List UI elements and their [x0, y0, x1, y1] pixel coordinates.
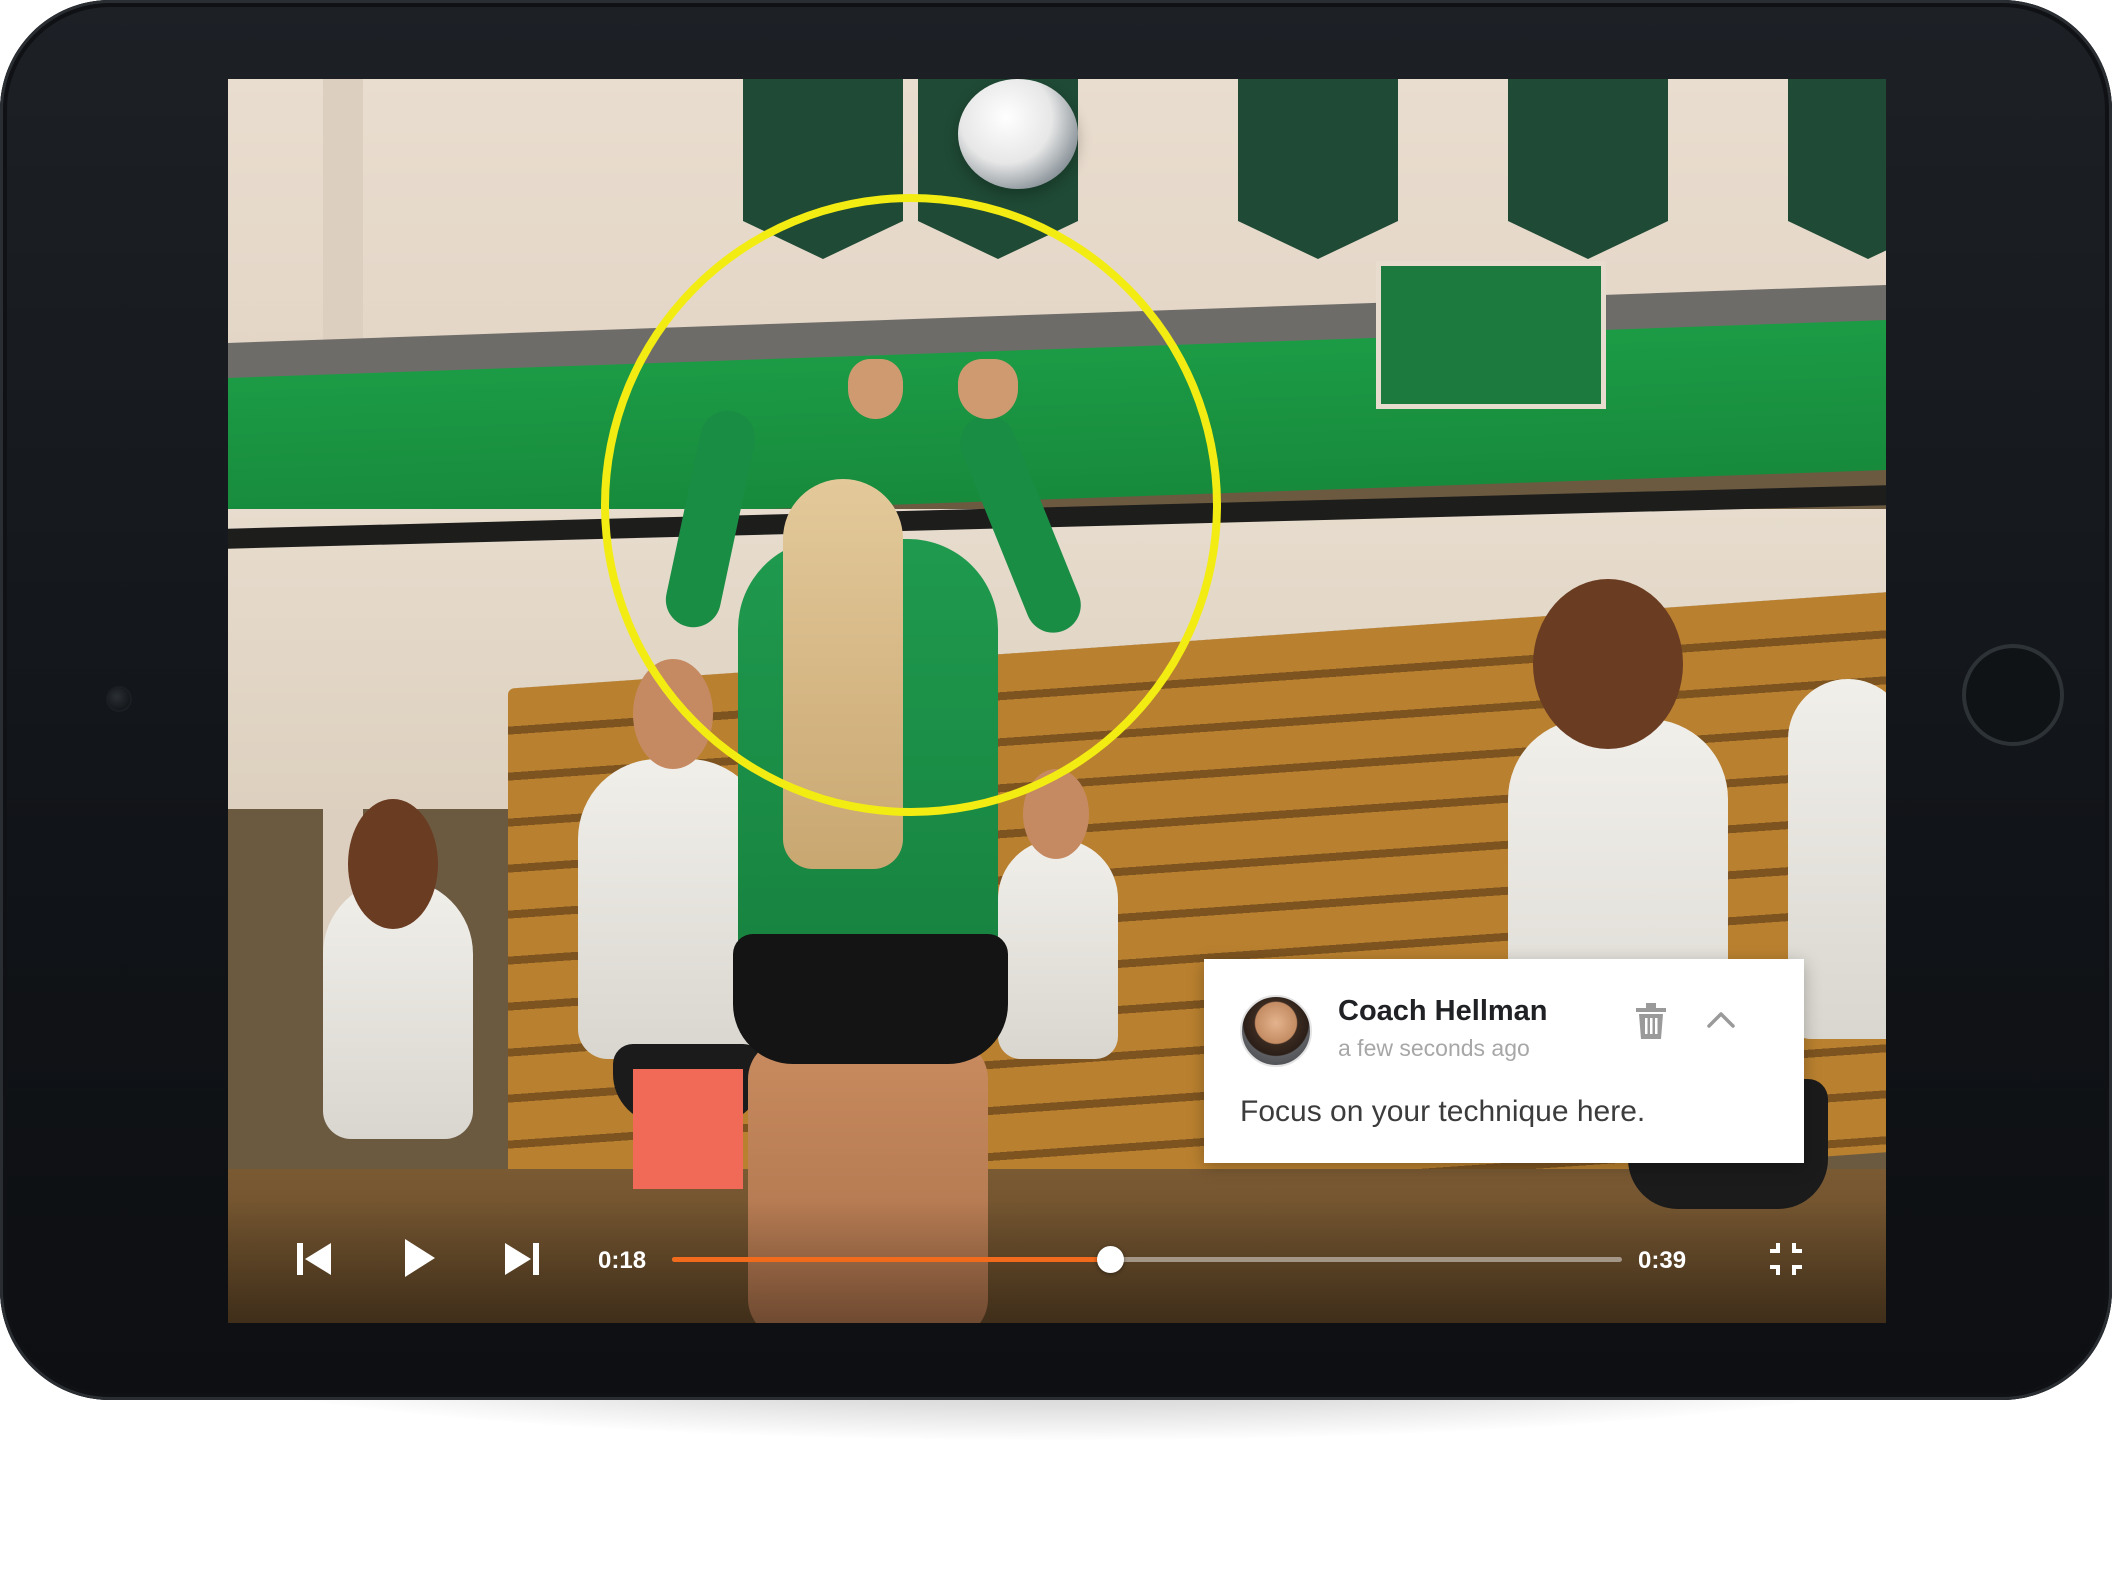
comment-author: Coach Hellman — [1338, 995, 1548, 1027]
scene-person-head — [348, 799, 438, 929]
home-button[interactable] — [1962, 644, 2064, 746]
scene-flag — [633, 1069, 743, 1189]
scene-main-player-shorts — [733, 934, 1008, 1064]
progress-bar-fill — [672, 1257, 1111, 1262]
chevron-up-icon[interactable] — [1706, 1005, 1736, 1035]
video-player[interactable]: Coach Hellman a few seconds ago Focus on… — [228, 79, 1886, 1323]
comment-timestamp: a few seconds ago — [1338, 1035, 1530, 1061]
scene-banner — [1238, 79, 1398, 259]
scene-wall-sign — [1376, 261, 1606, 409]
duration: 0:39 — [1638, 1247, 1687, 1274]
scene-banner — [1508, 79, 1668, 259]
front-camera — [108, 688, 130, 710]
annotation-circle[interactable] — [601, 194, 1221, 816]
progress-bar[interactable] — [672, 1246, 1622, 1273]
current-time: 0:18 — [598, 1247, 647, 1274]
tablet-frame: Coach Hellman a few seconds ago Focus on… — [0, 0, 2112, 1400]
skip-previous-icon[interactable] — [296, 1242, 332, 1276]
exit-fullscreen-icon[interactable] — [1768, 1241, 1804, 1277]
scene-person — [998, 839, 1118, 1059]
play-icon[interactable] — [404, 1238, 436, 1278]
stage: Coach Hellman a few seconds ago Focus on… — [0, 0, 2114, 1584]
comment-card[interactable]: Coach Hellman a few seconds ago Focus on… — [1204, 959, 1804, 1163]
avatar — [1240, 995, 1312, 1067]
trash-icon[interactable] — [1636, 1003, 1666, 1039]
scene-person-head — [1533, 579, 1683, 749]
skip-next-icon[interactable] — [504, 1242, 540, 1276]
comment-text: Focus on your technique here. — [1240, 1095, 1646, 1128]
scene-volleyball — [958, 79, 1078, 189]
